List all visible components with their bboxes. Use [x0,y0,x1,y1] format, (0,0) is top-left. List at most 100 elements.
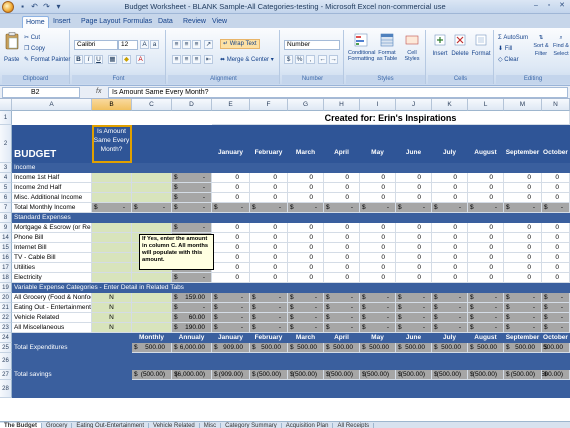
sheet-tab[interactable]: Vehicle Related [149,423,200,428]
column-header-b[interactable]: B [92,99,132,111]
month-value[interactable]: $ - [468,293,504,303]
summary-fill[interactable] [468,380,504,398]
same-flag[interactable]: N [92,293,132,303]
tab-review[interactable]: Review [180,16,209,28]
month-value[interactable]: $ - [324,313,360,323]
expense-row[interactable]: Electricity [12,273,92,283]
month-value[interactable]: 0 [324,273,360,283]
total-income-value[interactable]: $ - [212,203,250,213]
total-income-value[interactable]: $ - [542,203,570,213]
summary-month[interactable]: $500.00 [396,343,432,353]
row-header[interactable]: 22 [0,313,12,323]
month-value[interactable]: 0 [468,263,504,273]
section-fill[interactable] [504,283,542,293]
section-fill[interactable] [324,213,360,223]
summary-month[interactable]: $(500.00) [324,370,360,380]
total-income-value[interactable]: $ - [360,203,396,213]
column-header-n[interactable]: N [542,99,570,111]
month-value[interactable]: 0 [288,233,324,243]
month-value[interactable]: 0 [212,223,250,233]
section-fill[interactable] [324,163,360,173]
wrap-text-button[interactable]: ↵ Wrap Text [220,39,260,49]
summary-fill[interactable] [132,380,172,398]
summary-fill[interactable] [12,380,92,398]
section-fill[interactable] [250,163,288,173]
same-flag[interactable] [92,233,132,243]
month-header[interactable]: October [542,125,570,163]
row-header[interactable]: 18 [0,273,12,283]
total-income-value[interactable]: $ - [324,203,360,213]
month-value[interactable]: 0 [504,253,542,263]
month-value[interactable]: 0 [360,233,396,243]
section-fill[interactable] [288,283,324,293]
summary-fill[interactable] [432,380,468,398]
month-value[interactable]: $ - [396,323,432,333]
month-value[interactable]: 0 [542,173,570,183]
month-header-repeat[interactable]: March [288,333,324,343]
month-value[interactable]: $ - [432,303,468,313]
month-value[interactable]: 0 [468,223,504,233]
month-value[interactable]: 0 [324,193,360,203]
amount-d[interactable]: $190.00 [172,323,212,333]
same-flag[interactable] [92,223,132,233]
clear-button[interactable]: ◇ Clear [498,56,519,64]
income-second-half[interactable]: Income 2nd Half [12,183,92,193]
month-value[interactable]: 0 [324,183,360,193]
monthly-header[interactable]: Monthly [132,333,172,343]
align-left-icon[interactable]: ≡ [172,55,181,64]
amount-d[interactable]: $- [172,273,212,283]
month-value[interactable]: $ - [432,323,468,333]
summary-fill[interactable] [324,380,360,398]
expense-row[interactable]: TV - Cable Bill [12,253,92,263]
column-header-g[interactable]: G [288,99,324,111]
row-header[interactable]: 26 [0,353,12,370]
summary-monthly[interactable]: $ (500.00) [132,370,172,380]
month-header-repeat[interactable]: July [432,333,468,343]
variable-expenses-section[interactable]: Variable Expense Categories - Enter Deta… [12,283,212,293]
month-value[interactable]: 0 [396,223,432,233]
summary-fill[interactable] [212,353,250,370]
month-header[interactable]: August [468,125,504,163]
borders-icon[interactable]: ▦ [108,55,117,64]
month-value[interactable]: 0 [542,183,570,193]
month-value[interactable]: 0 [250,173,288,183]
summary-fill[interactable] [288,380,324,398]
row-header[interactable]: 20 [0,293,12,303]
month-value[interactable]: 0 [468,173,504,183]
month-value[interactable]: 0 [212,183,250,193]
month-value[interactable]: 0 [396,243,432,253]
month-value[interactable]: 0 [542,263,570,273]
same-flag[interactable] [92,243,132,253]
orientation-icon[interactable]: ↗ [204,40,213,49]
month-value[interactable]: 0 [468,273,504,283]
sheet-tab[interactable]: Grocery [42,423,73,428]
sort-filter-button[interactable]: ⇅ Sort & Filter [532,34,550,58]
month-value[interactable]: 0 [360,253,396,263]
column-header-e[interactable]: E [212,99,250,111]
paste-button[interactable] [4,32,20,50]
row-header[interactable]: 8 [0,213,12,223]
underline-button[interactable]: U [94,55,103,64]
sheet-tab[interactable]: Category Summary [221,423,282,428]
month-value[interactable]: $ - [542,323,570,333]
income-section[interactable]: Income [12,163,212,173]
row-header[interactable]: 16 [0,253,12,263]
summary-annual[interactable]: $ (6,000.00) [172,370,212,380]
same-flag[interactable] [92,253,132,263]
italic-button[interactable]: I [84,55,93,64]
section-fill[interactable] [288,163,324,173]
summary-fill[interactable] [504,353,542,370]
section-fill[interactable] [468,283,504,293]
expense-row[interactable]: Utilities [12,263,92,273]
row-header[interactable]: 21 [0,303,12,313]
summary-month[interactable]: $500.00 [542,343,570,353]
month-value[interactable]: 0 [212,173,250,183]
summary-month[interactable]: $500.00 [250,343,288,353]
name-box[interactable]: B2 [2,87,80,98]
amount-input[interactable] [132,273,172,283]
summary-month[interactable]: $500.00 [504,343,542,353]
same-flag[interactable] [92,273,132,283]
summary-fill[interactable] [468,353,504,370]
month-value[interactable]: 0 [504,273,542,283]
month-value[interactable]: 0 [432,243,468,253]
